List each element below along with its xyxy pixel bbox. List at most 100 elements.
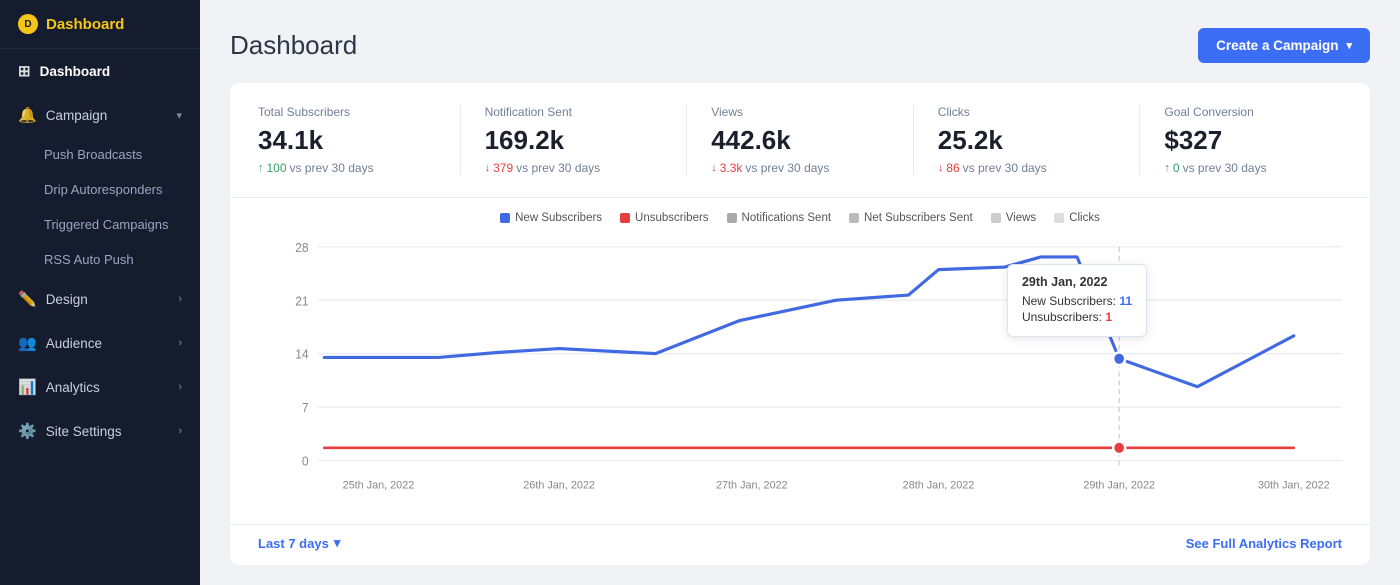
analytics-icon: 📊 (18, 378, 37, 396)
sidebar-item-triggered-campaigns[interactable]: Triggered Campaigns (0, 207, 200, 242)
change-value: 0 (1173, 161, 1180, 175)
stat-label: Total Subscribers (258, 105, 436, 119)
svg-text:28: 28 (295, 241, 308, 255)
legend-color-dot (727, 213, 737, 223)
stat-views: Views 442.6k ↓ 3.3k vs prev 30 days (711, 105, 914, 175)
sidebar-item-analytics[interactable]: 📊 Analytics › (0, 365, 200, 409)
svg-text:14: 14 (295, 347, 308, 361)
legend-views: Views (991, 212, 1036, 224)
change-text: vs prev 30 days (516, 161, 600, 175)
svg-text:21: 21 (295, 294, 308, 308)
stat-change: ↓ 379 vs prev 30 days (485, 161, 663, 175)
stat-total-subscribers: Total Subscribers 34.1k ↑ 100 vs prev 30… (258, 105, 461, 175)
change-text: vs prev 30 days (745, 161, 829, 175)
svg-text:25th Jan, 2022: 25th Jan, 2022 (343, 479, 415, 491)
stat-clicks: Clicks 25.2k ↓ 86 vs prev 30 days (938, 105, 1141, 175)
create-campaign-label: Create a Campaign (1216, 38, 1338, 53)
stat-change: ↑ 100 vs prev 30 days (258, 161, 436, 175)
sidebar-logo-text: Dashboard (46, 16, 124, 33)
legend-color-dot (849, 213, 859, 223)
legend-unsubscribers: Unsubscribers (620, 212, 709, 224)
stat-value: $327 (1164, 125, 1342, 156)
stat-label: Notification Sent (485, 105, 663, 119)
sidebar-item-dashboard[interactable]: ⊞ Dashboard (0, 49, 200, 93)
dashboard-icon: ⊞ (18, 62, 31, 80)
legend-color-dot (500, 213, 510, 223)
chart-dot-red (1113, 441, 1125, 454)
stat-value: 34.1k (258, 125, 436, 156)
chevron-right-icon: › (178, 293, 182, 305)
dashboard-card: Total Subscribers 34.1k ↑ 100 vs prev 30… (230, 83, 1370, 565)
sidebar-item-audience[interactable]: 👥 Audience › (0, 321, 200, 365)
chevron-right-icon: › (178, 381, 182, 393)
change-text: vs prev 30 days (963, 161, 1047, 175)
chart-area: New Subscribers Unsubscribers Notificati… (230, 198, 1370, 524)
stat-value: 25.2k (938, 125, 1116, 156)
svg-text:28th Jan, 2022: 28th Jan, 2022 (903, 479, 975, 491)
legend-clicks: Clicks (1054, 212, 1100, 224)
chart-footer: Last 7 days ▾ See Full Analytics Report (230, 524, 1370, 565)
down-arrow-icon: ↓ (711, 162, 717, 174)
chart-legend: New Subscribers Unsubscribers Notificati… (258, 212, 1342, 224)
line-chart: 28 21 14 7 0 25th Jan, 2022 26th Jan, 20… (258, 234, 1342, 514)
page-title: Dashboard (230, 30, 357, 61)
sidebar: D Dashboard ⊞ Dashboard 🔔 Campaign ▾ Pus… (0, 0, 200, 585)
svg-text:30th Jan, 2022: 30th Jan, 2022 (1258, 479, 1330, 491)
chevron-down-icon: ▾ (176, 109, 182, 122)
change-text: vs prev 30 days (290, 161, 374, 175)
stat-notification-sent: Notification Sent 169.2k ↓ 379 vs prev 3… (485, 105, 688, 175)
main-content: Dashboard Create a Campaign ▾ Total Subs… (200, 0, 1400, 585)
chevron-down-icon: ▾ (1346, 39, 1352, 52)
sidebar-item-drip-autoresponders[interactable]: Drip Autoresponders (0, 172, 200, 207)
stats-row: Total Subscribers 34.1k ↑ 100 vs prev 30… (230, 83, 1370, 198)
main-header: Dashboard Create a Campaign ▾ (230, 28, 1370, 63)
analytics-link[interactable]: See Full Analytics Report (1186, 536, 1342, 551)
svg-text:0: 0 (302, 454, 309, 468)
audience-icon: 👥 (18, 334, 37, 352)
stat-value: 442.6k (711, 125, 889, 156)
legend-color-dot (620, 213, 630, 223)
legend-label: Views (1006, 212, 1036, 224)
stat-value: 169.2k (485, 125, 663, 156)
legend-label: Unsubscribers (635, 212, 709, 224)
logo-icon: D (18, 14, 38, 34)
change-value: 3.3k (720, 161, 743, 175)
sidebar-item-label: Campaign (46, 108, 108, 123)
stat-goal-conversion: Goal Conversion $327 ↑ 0 vs prev 30 days (1164, 105, 1342, 175)
up-arrow-icon: ↑ (1164, 162, 1170, 174)
change-value: 100 (267, 161, 287, 175)
period-selector-button[interactable]: Last 7 days ▾ (258, 535, 340, 551)
sidebar-item-label: Audience (46, 336, 102, 351)
sidebar-item-label: Design (46, 292, 88, 307)
create-campaign-button[interactable]: Create a Campaign ▾ (1198, 28, 1370, 63)
stat-change: ↓ 86 vs prev 30 days (938, 161, 1116, 175)
sidebar-item-campaign[interactable]: 🔔 Campaign ▾ (0, 93, 200, 137)
settings-icon: ⚙️ (18, 422, 37, 440)
change-value: 379 (493, 161, 513, 175)
change-text: vs prev 30 days (1183, 161, 1267, 175)
sidebar-item-label: Site Settings (46, 424, 122, 439)
sidebar-item-site-settings[interactable]: ⚙️ Site Settings › (0, 409, 200, 453)
chevron-right-icon: › (178, 425, 182, 437)
period-label: Last 7 days (258, 536, 329, 551)
stat-label: Views (711, 105, 889, 119)
sidebar-logo[interactable]: D Dashboard (0, 0, 200, 49)
change-value: 86 (946, 161, 959, 175)
down-arrow-icon: ↓ (485, 162, 491, 174)
legend-label: New Subscribers (515, 212, 602, 224)
legend-label: Clicks (1069, 212, 1100, 224)
chevron-down-icon: ▾ (334, 535, 341, 551)
stat-label: Goal Conversion (1164, 105, 1342, 119)
svg-text:29th Jan, 2022: 29th Jan, 2022 (1083, 479, 1155, 491)
sidebar-item-rss-auto-push[interactable]: RSS Auto Push (0, 242, 200, 277)
sidebar-item-design[interactable]: ✏️ Design › (0, 277, 200, 321)
legend-label: Notifications Sent (742, 212, 832, 224)
svg-text:7: 7 (302, 401, 309, 415)
legend-net-subscribers: Net Subscribers Sent (849, 212, 973, 224)
sidebar-item-push-broadcasts[interactable]: Push Broadcasts (0, 137, 200, 172)
campaign-icon: 🔔 (18, 106, 37, 124)
chart-wrapper: 28 21 14 7 0 25th Jan, 2022 26th Jan, 20… (258, 234, 1342, 514)
stat-change: ↑ 0 vs prev 30 days (1164, 161, 1342, 175)
svg-text:26th Jan, 2022: 26th Jan, 2022 (523, 479, 595, 491)
chevron-right-icon: › (178, 337, 182, 349)
